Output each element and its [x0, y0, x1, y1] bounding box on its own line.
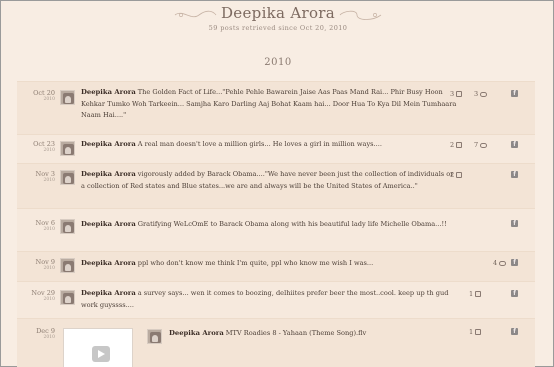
comment-count[interactable]: 3 [474, 90, 488, 98]
post-row[interactable]: Dec 9 2010 Deepika Arora MTV Roadies 8 - Y… [17, 318, 535, 367]
thumb-up-icon [456, 91, 463, 97]
avatar[interactable] [147, 329, 162, 344]
author-name[interactable]: Deepika Arora [81, 289, 136, 297]
comment-count[interactable]: 7 [474, 141, 488, 149]
post-date: Dec 9 2010 [36, 327, 55, 341]
post-row[interactable]: Nov 29 2010 Deepika Arora a survey says...… [17, 281, 535, 318]
post-text: Deepika Arora Gratifying WeLcOmE to Barac… [81, 220, 447, 228]
like-count[interactable]: 2 [450, 171, 463, 179]
post-row[interactable]: Oct 23 2010 Deepika Arora A real man doesn… [17, 134, 535, 163]
avatar[interactable] [60, 290, 75, 305]
post-text: Deepika Arora A real man doesn't love a m… [81, 140, 382, 148]
post-text: Deepika Arora ppl who don't know me think… [81, 259, 374, 267]
thumb-up-icon [475, 291, 482, 297]
post-date: Nov 9 2010 [35, 258, 55, 272]
author-name[interactable]: Deepika Arora [81, 88, 136, 96]
post-text: Deepika Arora a survey says... wen it com… [81, 289, 449, 309]
facebook-icon[interactable]: f [511, 171, 518, 178]
facebook-icon[interactable]: f [511, 259, 518, 266]
like-count[interactable]: 1 [469, 290, 482, 298]
play-icon [92, 346, 110, 362]
like-count[interactable]: 3 [450, 90, 463, 98]
right-flourish-icon [339, 10, 382, 20]
post-row[interactable]: Nov 9 2010 Deepika Arora ppl who don't kno… [17, 251, 535, 281]
avatar[interactable] [60, 219, 75, 234]
avatar[interactable] [60, 141, 75, 156]
author-name[interactable]: Deepika Arora [81, 140, 136, 148]
post-row[interactable]: Nov 6 2010 Deepika Arora Gratifying WeLcOm… [17, 208, 535, 251]
page-title: Deepika Arora [220, 4, 336, 22]
facebook-icon[interactable]: f [511, 328, 518, 335]
thumb-up-icon [475, 329, 482, 335]
author-name[interactable]: Deepika Arora [81, 170, 136, 178]
thumb-up-icon [456, 142, 463, 148]
post-date: Nov 3 2010 [35, 170, 55, 184]
page-header: Deepika Arora 59 posts retrieved since O… [1, 1, 554, 41]
author-name[interactable]: Deepika Arora [81, 220, 136, 228]
timeline-page: Deepika Arora 59 posts retrieved since O… [0, 0, 554, 367]
comment-count[interactable]: 4 [493, 259, 507, 267]
page-subtitle: 59 posts retrieved since Oct 20, 2010 [208, 24, 348, 32]
author-name[interactable]: Deepika Arora [81, 259, 136, 267]
facebook-icon[interactable]: f [511, 141, 518, 148]
speech-bubble-icon [480, 92, 488, 97]
post-text: Deepika Arora vigorously added by Barack … [81, 170, 454, 190]
facebook-icon[interactable]: f [511, 220, 518, 227]
post-text: Deepika Arora MTV Roadies 8 - Yahaan (The… [169, 329, 367, 337]
post-date: Nov 29 2010 [31, 289, 55, 303]
post-date: Oct 23 2010 [33, 140, 55, 154]
facebook-icon[interactable]: f [511, 290, 518, 297]
post-date: Oct 20 2010 [33, 89, 55, 103]
avatar[interactable] [60, 258, 75, 273]
facebook-icon[interactable]: f [511, 90, 518, 97]
like-count[interactable]: 1 [469, 328, 482, 336]
author-name[interactable]: Deepika Arora [169, 329, 224, 337]
like-count[interactable]: 2 [450, 141, 463, 149]
year-heading: 2010 [264, 57, 292, 68]
thumb-up-icon [456, 172, 463, 178]
post-date: Nov 6 2010 [35, 219, 55, 233]
post-row[interactable]: Nov 3 2010 Deepika Arora vigorously added … [17, 163, 535, 208]
avatar[interactable] [60, 170, 75, 185]
avatar[interactable] [60, 90, 75, 105]
post-text: Deepika Arora The Golden Fact of Life..."… [81, 88, 457, 120]
post-row[interactable]: Oct 20 2010 Deepika Arora The Golden Fact … [17, 81, 535, 134]
speech-bubble-icon [499, 261, 507, 266]
video-thumbnail[interactable] [63, 328, 133, 367]
speech-bubble-icon [480, 143, 488, 148]
